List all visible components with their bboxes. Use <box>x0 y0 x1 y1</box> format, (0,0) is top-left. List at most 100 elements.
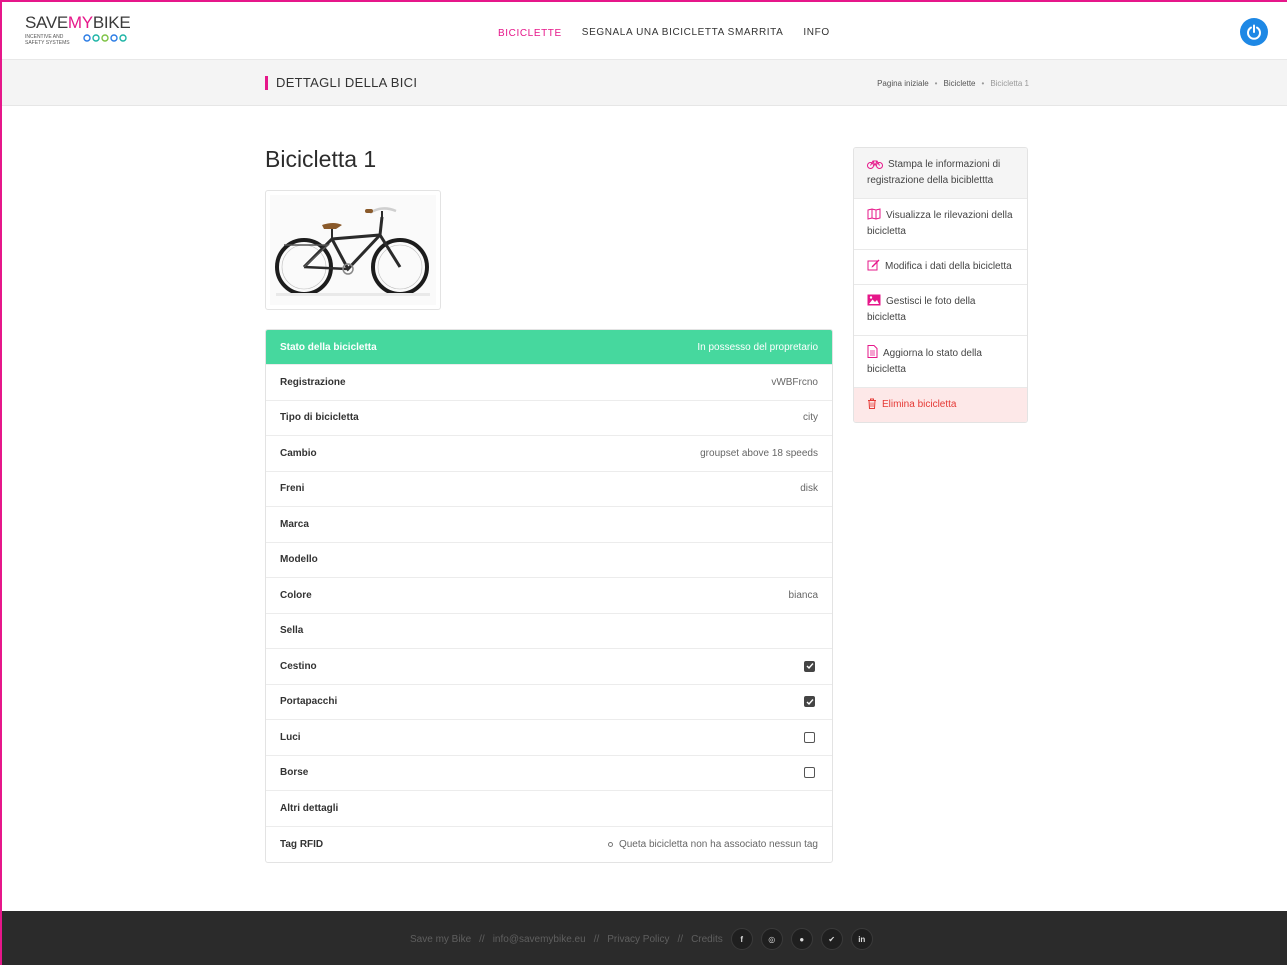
document-icon <box>867 345 878 358</box>
detail-label: Cestino <box>280 660 317 672</box>
detail-row-tipo: Tipo di bicicletta city <box>266 401 832 436</box>
breadcrumb-separator: • <box>981 79 985 88</box>
instagram-icon[interactable]: ◎ <box>760 928 783 950</box>
footer-credits-link[interactable]: Credits <box>691 934 723 945</box>
footer-privacy-link[interactable]: Privacy Policy <box>607 934 669 945</box>
trash-icon <box>868 398 876 409</box>
top-navigation: SAVEMYBIKE INCENTIVE AND SAFETY SYSTEMS … <box>0 0 1287 60</box>
pinterest-icon[interactable]: ● <box>790 928 813 950</box>
page-title-bar: DETTAGLI DELLA BICI Pagina iniziale • Bi… <box>2 60 1287 106</box>
detail-label: Modello <box>280 554 318 566</box>
detail-row-portapacchi: Portapacchi <box>266 685 832 720</box>
status-value: In possesso del propretario <box>697 341 818 353</box>
facebook-icon[interactable]: f <box>730 928 753 950</box>
footer-separator: // <box>479 933 485 945</box>
action-label: Visualizza le rilevazioni della biciclet… <box>867 210 1013 237</box>
portapacchi-checkbox <box>804 696 815 708</box>
detail-value: groupset above 18 speeds <box>700 447 818 459</box>
footer-separator: // <box>677 933 684 945</box>
detail-row-modello: Modello <box>266 543 832 578</box>
bicycle-image <box>270 195 436 305</box>
action-label: Elimina bicicletta <box>882 399 957 410</box>
action-manage-photos[interactable]: Gestisci le foto della bicicletta <box>854 285 1027 336</box>
detail-row-luci: Luci <box>266 720 832 756</box>
detail-label: Altri dettagli <box>280 802 339 814</box>
detail-value: disk <box>800 483 818 495</box>
detail-label: Borse <box>280 767 309 779</box>
detail-value: bianca <box>788 589 818 601</box>
action-label: Modifica i dati della bicicletta <box>885 261 1012 272</box>
map-icon <box>867 208 881 220</box>
action-print-registration[interactable]: Stampa le informazioni di registrazione … <box>854 148 1027 199</box>
bike-photo[interactable] <box>265 190 441 310</box>
logo-text: SAVEMYBIKE <box>25 13 131 32</box>
edit-icon <box>867 259 880 271</box>
status-row: Stato della bicicletta In possesso del p… <box>266 330 832 365</box>
detail-label: Portapacchi <box>280 696 338 708</box>
cestino-checkbox <box>804 660 815 672</box>
page-heading: DETTAGLI DELLA BICI <box>265 76 417 90</box>
nav-segnala-smarrita[interactable]: SEGNALA UNA BICICLETTA SMARRITA <box>572 0 794 60</box>
footer-separator: // <box>593 933 600 945</box>
main-menu: BICICLETTE SEGNALA UNA BICICLETTA SMARRI… <box>488 0 840 60</box>
bullet-icon <box>607 841 613 847</box>
detail-label: Sella <box>280 625 304 637</box>
check-icon <box>806 663 814 670</box>
detail-label: Tag RFID <box>280 838 324 850</box>
detail-row-altri-dettagli: Altri dettagli <box>266 791 832 827</box>
action-label: Gestisci le foto della bicicletta <box>867 296 976 323</box>
breadcrumb-home[interactable]: Pagina iniziale <box>877 79 929 88</box>
rfid-text: Queta bicicletta non ha associato nessun… <box>618 838 818 850</box>
detail-row-sella: Sella <box>266 614 832 649</box>
detail-row-freni: Freni disk <box>266 472 832 507</box>
bike-title: Bicicletta 1 <box>265 146 377 172</box>
detail-label: Marca <box>280 518 309 530</box>
detail-row-borse: Borse <box>266 756 832 791</box>
bike-actions-menu: Stampa le informazioni di registrazione … <box>853 147 1028 423</box>
detail-row-colore: Colore bianca <box>266 578 832 614</box>
action-label: Stampa le informazioni di registrazione … <box>867 159 1001 186</box>
power-icon <box>1247 24 1261 40</box>
action-edit-data[interactable]: Modifica i dati della bicicletta <box>854 250 1027 285</box>
bicycle-icon <box>867 160 883 169</box>
detail-row-cestino: Cestino <box>266 649 832 685</box>
action-delete-bike[interactable]: Elimina bicicletta <box>854 388 1027 422</box>
breadcrumb: Pagina iniziale • Biciclette • Biciclett… <box>877 79 1029 88</box>
footer-email-link[interactable]: info@savemybike.eu <box>493 934 586 945</box>
footer: Save my Bike // info@savemybike.eu // Pr… <box>2 911 1287 965</box>
footer-links: Save my Bike // info@savemybike.eu // Pr… <box>410 928 873 950</box>
logo-tagline: INCENTIVE AND SAFETY SYSTEMS <box>25 34 70 46</box>
savemybike-logo[interactable]: SAVEMYBIKE INCENTIVE AND SAFETY SYSTEMS <box>25 14 135 48</box>
footer-brand: Save my Bike <box>410 933 472 945</box>
nav-info[interactable]: INFO <box>793 0 839 60</box>
check-icon <box>806 698 814 705</box>
linkedin-icon[interactable]: in <box>850 928 873 950</box>
luci-checkbox <box>804 731 815 743</box>
logout-button[interactable] <box>1240 18 1268 46</box>
detail-label: Registrazione <box>280 376 346 388</box>
detail-row-cambio: Cambio groupset above 18 speeds <box>266 436 832 472</box>
bike-details-table: Stato della bicicletta In possesso del p… <box>265 329 833 863</box>
detail-value: city <box>803 412 818 424</box>
rfid-value: Queta bicicletta non ha associato nessun… <box>607 838 818 850</box>
detail-row-marca: Marca <box>266 507 832 543</box>
borse-checkbox <box>804 767 815 779</box>
breadcrumb-biciclette[interactable]: Biciclette <box>943 79 975 88</box>
detail-row-registrazione: Registrazione vWBFrcno <box>266 365 832 401</box>
detail-label: Colore <box>280 589 312 601</box>
nav-biciclette[interactable]: BICICLETTE <box>488 0 572 60</box>
action-update-status[interactable]: Aggiorna lo stato della bicicletta <box>854 336 1027 388</box>
twitter-icon[interactable]: ✔ <box>820 928 843 950</box>
detail-label: Freni <box>280 483 305 495</box>
action-view-detections[interactable]: Visualizza le rilevazioni della biciclet… <box>854 199 1027 250</box>
breadcrumb-separator: • <box>934 79 938 88</box>
detail-row-rfid: Tag RFID Queta bicicletta non ha associa… <box>266 827 832 863</box>
chain-icon <box>83 34 127 42</box>
action-label: Aggiorna lo stato della bicicletta <box>867 348 982 375</box>
status-label: Stato della bicicletta <box>280 341 377 353</box>
detail-label: Cambio <box>280 447 317 459</box>
breadcrumb-current: Bicicletta 1 <box>990 79 1029 88</box>
detail-label: Luci <box>280 731 301 743</box>
detail-label: Tipo di bicicletta <box>280 412 359 424</box>
image-icon <box>867 294 881 306</box>
